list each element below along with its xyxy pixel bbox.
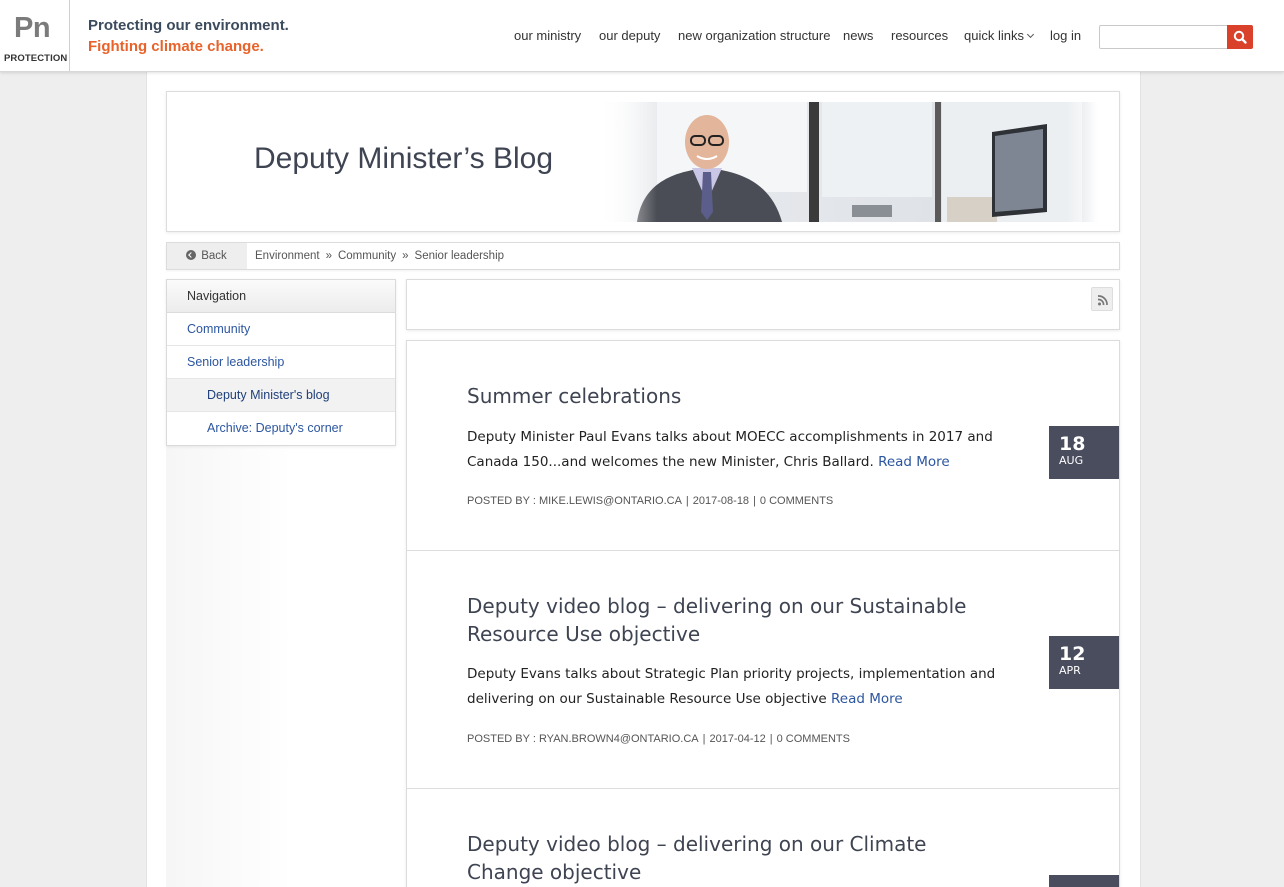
nav-our-ministry[interactable]: our ministry xyxy=(514,28,581,43)
search-icon xyxy=(1233,30,1247,44)
site-header: Pn PROTECTION Protecting our environment… xyxy=(0,0,1284,72)
search-button[interactable] xyxy=(1227,25,1253,49)
post-date: 2017-04-12 xyxy=(709,733,766,745)
nav-our-deputy[interactable]: our deputy xyxy=(599,28,660,43)
breadcrumb-environment[interactable]: Environment xyxy=(255,250,320,262)
nav-quick-links[interactable]: quick links xyxy=(964,28,1035,43)
nav-quick-links-label: quick links xyxy=(964,28,1024,43)
posted-by-label: POSTED BY : xyxy=(467,495,536,507)
nav-log-in[interactable]: log in xyxy=(1050,28,1081,43)
post-author[interactable]: RYAN.BROWN4@ONTARIO.CA xyxy=(539,733,699,745)
blog-toolbar xyxy=(406,279,1120,330)
sidebar-navigation: Navigation Community Senior leadership D… xyxy=(166,279,396,446)
site-logo[interactable]: Pn PROTECTION xyxy=(0,0,70,71)
blog-banner: Deputy Minister’s Blog xyxy=(166,91,1120,232)
logo-mark: Pn xyxy=(14,12,51,44)
post-date-badge: 18 AUG xyxy=(1049,426,1119,479)
back-label: Back xyxy=(201,250,227,262)
sidebar-background xyxy=(166,446,396,887)
logo-subtitle: PROTECTION xyxy=(4,53,68,64)
post-title[interactable]: Deputy video blog – delivering on our Su… xyxy=(467,592,967,648)
post-title[interactable]: Deputy video blog – delivering on our Cl… xyxy=(467,830,1007,886)
back-button[interactable]: Back xyxy=(167,243,247,269)
blog-post: Deputy video blog – delivering on our Cl… xyxy=(407,789,1119,887)
rss-icon xyxy=(1097,295,1108,306)
read-more-link[interactable]: Read More xyxy=(831,691,903,707)
tagline-primary: Protecting our environment. xyxy=(88,17,289,34)
post-meta: POSTED BY : MIKE.LEWIS@ONTARIO.CA | 2017-0… xyxy=(467,495,834,507)
sidebar-item-senior-leadership[interactable]: Senior leadership xyxy=(167,346,395,379)
breadcrumb: Environment » Community » Senior leadership xyxy=(255,243,504,269)
nav-resources[interactable]: resources xyxy=(891,28,948,43)
post-title[interactable]: Summer celebrations xyxy=(467,382,1007,410)
blog-post-list: Summer celebrations Deputy Minister Paul… xyxy=(406,340,1120,887)
sidebar-item-community[interactable]: Community xyxy=(167,313,395,346)
sidebar-item-deputy-ministers-blog[interactable]: Deputy Minister's blog xyxy=(167,379,395,412)
date-badge-month: APR xyxy=(1059,664,1081,677)
back-arrow-icon xyxy=(186,250,196,260)
post-date-badge: 12 APR xyxy=(1049,636,1119,689)
search-input[interactable] xyxy=(1099,25,1228,49)
post-excerpt: Deputy Minister Paul Evans talks about M… xyxy=(467,425,1007,475)
post-author[interactable]: MIKE.LEWIS@ONTARIO.CA xyxy=(539,495,682,507)
read-more-link[interactable]: Read More xyxy=(878,454,950,470)
date-badge-day: 18 xyxy=(1059,433,1086,455)
blog-post: Summer celebrations Deputy Minister Paul… xyxy=(407,341,1119,551)
breadcrumb-bar: Back Environment » Community » Senior leader… xyxy=(166,242,1120,270)
post-date: 2017-08-18 xyxy=(692,495,750,507)
sidebar-item-archive-deputys-corner[interactable]: Archive: Deputy's corner xyxy=(167,412,395,445)
post-excerpt-text: Deputy Evans talks about Strategic Plan … xyxy=(467,666,996,707)
tagline-secondary: Fighting climate change. xyxy=(88,38,264,55)
breadcrumb-community[interactable]: Community xyxy=(338,250,396,262)
date-badge-day: 12 xyxy=(1059,643,1086,665)
date-badge-month: AUG xyxy=(1059,454,1084,467)
chevron-down-icon xyxy=(1026,30,1035,39)
sidebar-heading: Navigation xyxy=(167,280,395,313)
post-excerpt: Deputy Evans talks about Strategic Plan … xyxy=(467,662,1007,712)
banner-title: Deputy Minister’s Blog xyxy=(254,142,554,175)
posted-by-label: POSTED BY : xyxy=(467,733,536,745)
post-date-badge xyxy=(1049,875,1119,887)
post-comments-link[interactable]: 0 COMMENTS xyxy=(777,733,850,745)
blog-post: Deputy video blog – delivering on our Su… xyxy=(407,551,1119,789)
deputy-photo xyxy=(597,102,1097,222)
post-meta: POSTED BY : RYAN.BROWN4@ONTARIO.CA | 2017-… xyxy=(467,733,850,745)
nav-new-organization-structure[interactable]: new organization structure xyxy=(678,28,830,43)
breadcrumb-senior-leadership[interactable]: Senior leadership xyxy=(415,250,505,262)
breadcrumb-separator: » xyxy=(402,250,409,262)
nav-news[interactable]: news xyxy=(843,28,873,43)
rss-button[interactable] xyxy=(1091,287,1113,311)
breadcrumb-separator: » xyxy=(325,250,332,262)
post-comments-link[interactable]: 0 COMMENTS xyxy=(760,495,833,507)
